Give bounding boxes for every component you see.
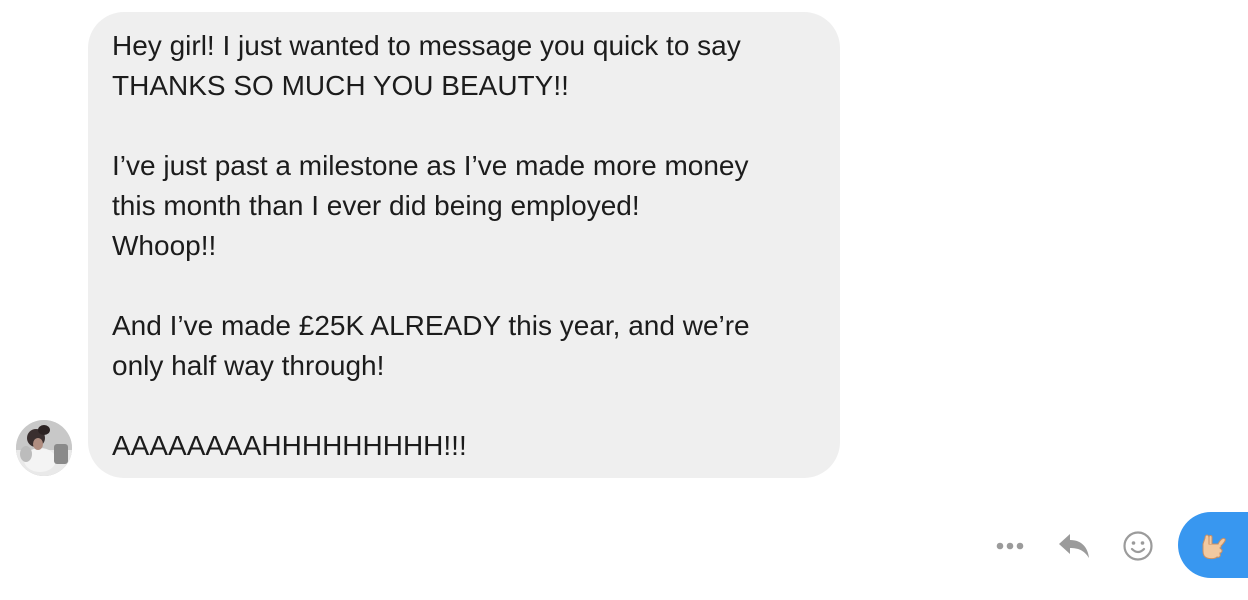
call-me-hand-icon — [1202, 534, 1226, 560]
smiley-icon — [1123, 531, 1153, 561]
reply-icon — [1059, 534, 1089, 558]
more-options-button[interactable] — [988, 524, 1032, 568]
message-paragraph-1: Hey girl! I just wanted to message you q… — [112, 30, 741, 101]
more-horizontal-icon — [996, 542, 1024, 550]
sender-avatar[interactable] — [16, 420, 72, 476]
conversation-view: Hey girl! I just wanted to message you q… — [0, 0, 1248, 600]
sent-message-bubble[interactable] — [1178, 512, 1248, 578]
message-paragraph-3: And I’ve made £25K ALREADY this year, an… — [112, 310, 750, 381]
reply-button[interactable] — [1052, 524, 1096, 568]
message-paragraph-2: I’ve just past a milestone as I’ve made … — [112, 150, 749, 261]
react-button[interactable] — [1116, 524, 1160, 568]
received-message-bubble[interactable]: Hey girl! I just wanted to message you q… — [88, 12, 840, 478]
avatar-photo — [16, 420, 72, 476]
message-paragraph-4: AAAAAAAAHHHHHHHHH!!! — [112, 430, 467, 461]
